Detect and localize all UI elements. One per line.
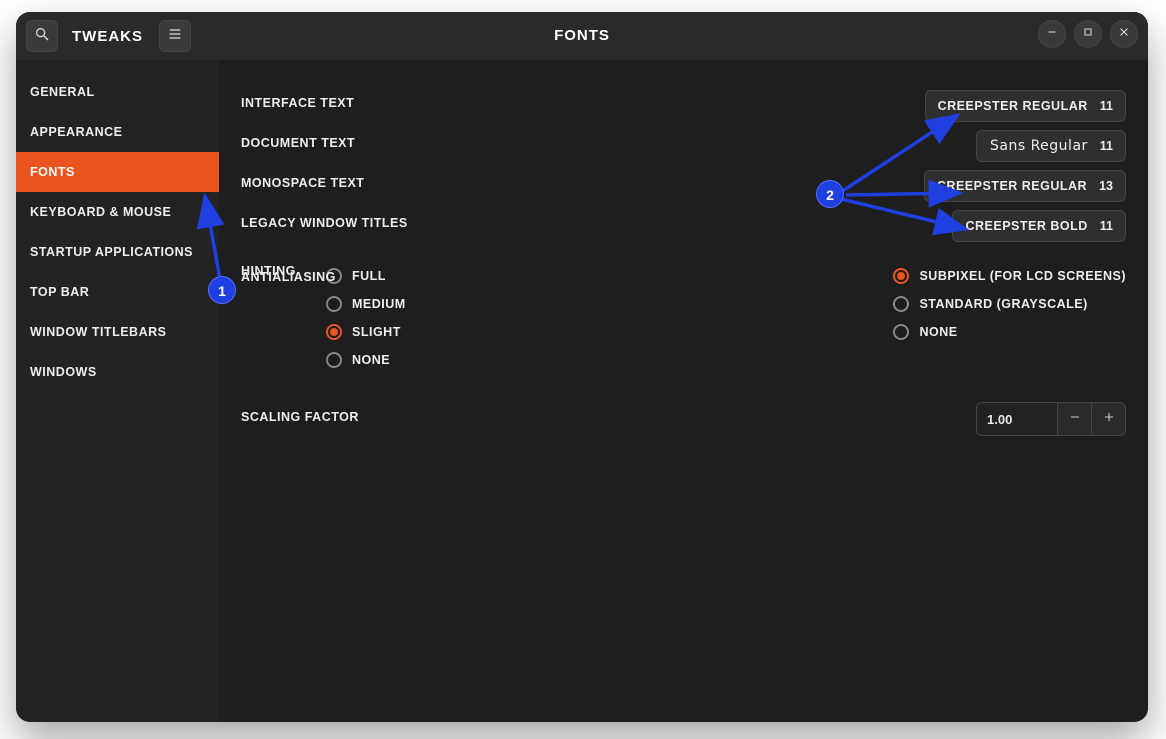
font-row-label: Interface Text [241,96,354,110]
font-selector-monospace[interactable]: Creepster Regular 13 [924,170,1126,202]
font-selector-interface[interactable]: Creepster Regular 11 [925,90,1126,122]
app-title: Tweaks [72,28,143,45]
minimize-button[interactable] [1038,20,1066,48]
sidebar: General Appearance Fonts Keyboard & Mous… [16,60,219,722]
panel-title: Fonts [554,27,610,44]
font-row-interface: Interface Text Creepster Regular 11 [241,88,1126,128]
sidebar-item-label: Window Titlebars [30,325,166,339]
hinting-option-medium[interactable]: Medium [326,290,406,318]
font-size: 11 [1100,139,1113,153]
font-size: 11 [1100,219,1113,233]
radio-label: None [352,353,390,367]
hamburger-button[interactable] [159,20,191,52]
font-selector-document[interactable]: Sans Regular 11 [976,130,1126,162]
font-name: Creepster Regular [937,179,1087,193]
maximize-button[interactable] [1074,20,1102,48]
scaling-increment[interactable] [1091,403,1125,435]
hinting-antialiasing-row: Hinting Full Medium Slight [241,262,1126,382]
hamburger-icon [167,26,183,47]
antialiasing-option-subpixel[interactable]: Subpixel (for LCD screens) [893,262,1126,290]
close-icon [1118,25,1130,43]
font-row-legacy-titles: Legacy Window Titles Creepster Bold 11 [241,208,1126,248]
radio-icon [893,296,909,312]
font-name: Creepster Bold [965,219,1087,233]
radio-icon [326,296,342,312]
main-panel: Interface Text Creepster Regular 11 Docu… [219,60,1148,722]
scaling-label: Scaling Factor [241,410,359,424]
font-name: Creepster Regular [938,99,1088,113]
sidebar-item-startup-applications[interactable]: Startup Applications [16,232,219,272]
minimize-icon [1046,25,1058,43]
font-row-document: Document Text Sans Regular 11 [241,128,1126,168]
antialiasing-options: Subpixel (for LCD screens) Standard (gra… [893,262,1126,346]
search-button[interactable] [26,20,58,52]
callout-two: 2 [816,180,844,208]
font-row-label: Monospace Text [241,176,364,190]
antialiasing-label: Antialiasing [241,270,336,284]
radio-label: Medium [352,297,406,311]
sidebar-item-top-bar[interactable]: Top Bar [16,272,219,312]
minus-icon [1069,410,1081,428]
radio-label: Standard (grayscale) [919,297,1087,311]
maximize-icon [1082,25,1094,43]
font-row-label: Legacy Window Titles [241,216,408,230]
font-size: 13 [1099,179,1113,193]
hinting-option-full[interactable]: Full [326,262,406,290]
plus-icon [1103,410,1115,428]
antialiasing-option-standard[interactable]: Standard (grayscale) [893,290,1126,318]
scaling-spin: 1.00 [976,402,1126,436]
radio-label: Full [352,269,386,283]
radio-label: Subpixel (for LCD screens) [919,269,1126,283]
hinting-option-none[interactable]: None [326,346,406,374]
font-selector-legacy-titles[interactable]: Creepster Bold 11 [952,210,1126,242]
sidebar-item-label: General [30,85,95,99]
font-row-label: Document Text [241,136,355,150]
sidebar-item-appearance[interactable]: Appearance [16,112,219,152]
hinting-option-slight[interactable]: Slight [326,318,406,346]
sidebar-item-label: Appearance [30,125,123,139]
font-size: 11 [1100,99,1113,113]
hinting-options: Full Medium Slight None [326,262,406,374]
sidebar-item-general[interactable]: General [16,72,219,112]
radio-icon [893,268,909,284]
sidebar-item-keyboard-mouse[interactable]: Keyboard & Mouse [16,192,219,232]
scaling-row: Scaling Factor 1.00 [241,402,1126,442]
radio-icon [326,352,342,368]
font-row-monospace: Monospace Text Creepster Regular 13 [241,168,1126,208]
scaling-decrement[interactable] [1057,403,1091,435]
close-button[interactable] [1110,20,1138,48]
sidebar-item-label: Keyboard & Mouse [30,205,171,219]
radio-label: Slight [352,325,401,339]
search-icon [34,26,50,47]
app-window: Tweaks Fonts [16,12,1148,722]
sidebar-item-label: Fonts [30,165,75,179]
callout-one: 1 [208,276,236,304]
titlebar: Tweaks Fonts [16,12,1148,60]
sidebar-item-windows[interactable]: Windows [16,352,219,392]
font-name: Sans Regular [990,138,1088,154]
sidebar-item-window-titlebars[interactable]: Window Titlebars [16,312,219,352]
antialiasing-option-none[interactable]: None [893,318,1126,346]
sidebar-item-label: Windows [30,365,97,379]
radio-icon [326,324,342,340]
sidebar-item-fonts[interactable]: Fonts [16,152,219,192]
sidebar-item-label: Top Bar [30,285,89,299]
sidebar-item-label: Startup Applications [30,245,193,259]
radio-label: None [919,325,957,339]
radio-icon [893,324,909,340]
scaling-value[interactable]: 1.00 [977,403,1057,435]
